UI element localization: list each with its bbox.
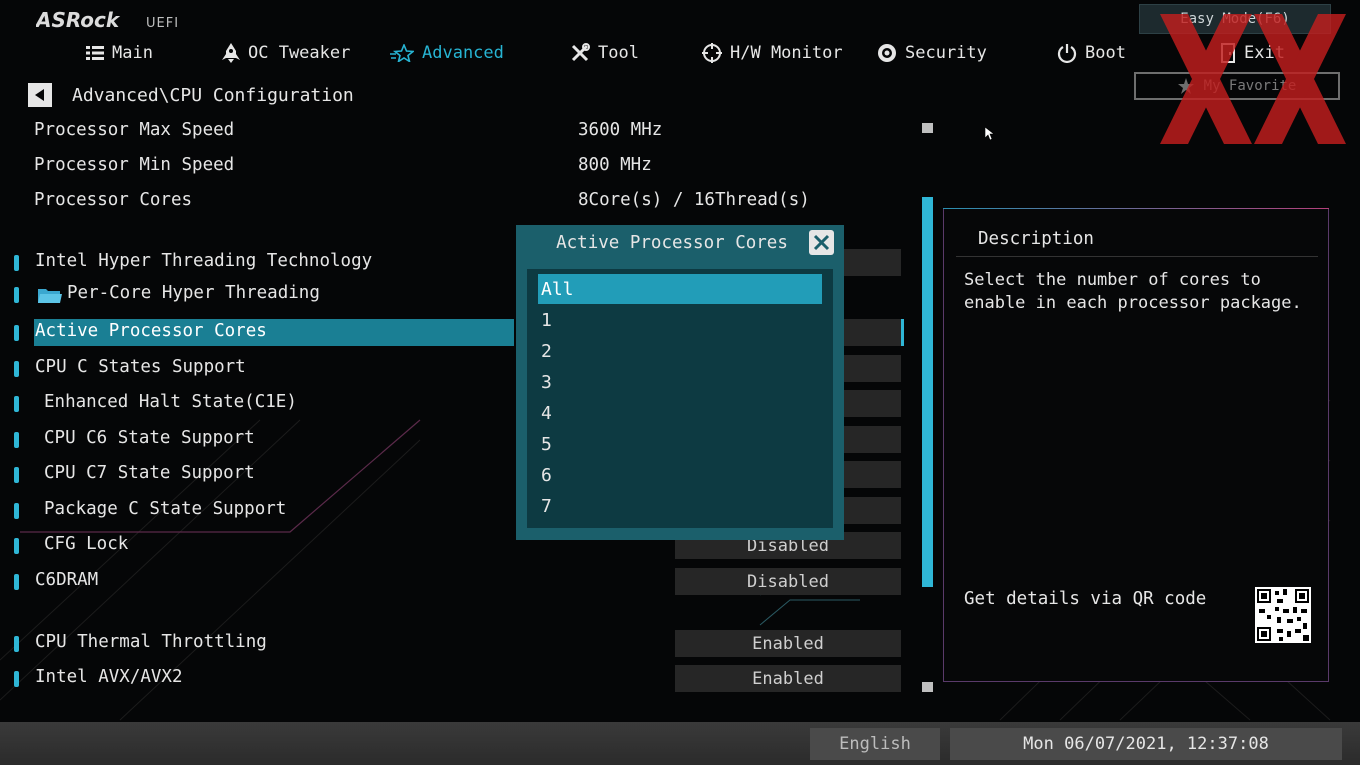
tab-main[interactable]: Main bbox=[86, 40, 153, 66]
popup-close-button[interactable] bbox=[809, 230, 834, 255]
qr-caption: Get details via QR code bbox=[964, 589, 1207, 609]
setting-label: CPU Thermal Throttling bbox=[35, 632, 267, 652]
option-1[interactable]: 1 bbox=[538, 305, 822, 335]
tools-icon bbox=[571, 43, 590, 62]
setting-label: Package C State Support bbox=[44, 499, 287, 519]
setting-value[interactable]: Disabled bbox=[675, 568, 901, 595]
info-value-min-speed: 800 MHz bbox=[578, 155, 652, 175]
info-value-cores: 8Core(s) / 16Thread(s) bbox=[578, 190, 810, 210]
setting-marker bbox=[14, 503, 19, 519]
my-favorite-label: My Favorite bbox=[1203, 78, 1297, 94]
exit-icon bbox=[1221, 43, 1235, 63]
setting-marker bbox=[14, 574, 19, 590]
mouse-cursor-icon bbox=[985, 127, 995, 141]
setting-label: Per-Core Hyper Threading bbox=[67, 283, 320, 303]
shield-icon bbox=[878, 44, 896, 62]
setting-intel-avx[interactable]: Intel AVX/AVX2 Enabled bbox=[0, 664, 905, 694]
setting-marker bbox=[14, 538, 19, 554]
breadcrumb: Advanced\CPU Configuration bbox=[28, 82, 354, 108]
option-all[interactable]: All bbox=[538, 274, 822, 304]
option-4[interactable]: 4 bbox=[538, 398, 822, 428]
setting-value[interactable]: Enabled bbox=[675, 630, 901, 657]
setting-label: Enhanced Halt State(C1E) bbox=[44, 392, 297, 412]
popup-title: Active Processor Cores bbox=[556, 233, 788, 253]
crosshair-icon bbox=[702, 43, 722, 63]
setting-marker bbox=[14, 636, 19, 652]
active-processor-cores-popup: Active Processor Cores All 1 2 3 4 5 6 7 bbox=[516, 225, 844, 540]
my-favorite-button[interactable]: My Favorite bbox=[1134, 72, 1340, 100]
main-nav: Main OC Tweaker Advanced Tool H/W Monito… bbox=[0, 40, 1360, 68]
popup-option-list: All 1 2 3 4 5 6 7 bbox=[527, 269, 833, 528]
qr-code-icon bbox=[1255, 587, 1311, 643]
info-label-max-speed: Processor Max Speed bbox=[34, 120, 235, 140]
arrow-left-icon bbox=[35, 89, 44, 101]
scrollbar-thumb[interactable] bbox=[922, 197, 933, 587]
svg-text:UEFI: UEFI bbox=[146, 16, 179, 31]
setting-marker bbox=[14, 325, 19, 341]
option-5[interactable]: 5 bbox=[538, 429, 822, 459]
setting-label: Active Processor Cores bbox=[35, 321, 267, 341]
setting-label: CFG Lock bbox=[44, 534, 129, 554]
setting-label: CPU C States Support bbox=[35, 357, 246, 377]
option-6[interactable]: 6 bbox=[538, 460, 822, 490]
tab-exit[interactable]: Exit bbox=[1220, 40, 1285, 66]
breadcrumb-path: Advanced\CPU Configuration bbox=[72, 84, 354, 106]
setting-marker bbox=[14, 467, 19, 483]
star-icon bbox=[390, 44, 414, 62]
power-icon bbox=[1057, 44, 1077, 63]
setting-marker bbox=[14, 361, 19, 377]
tab-hw-monitor[interactable]: H/W Monitor bbox=[702, 40, 843, 66]
tab-advanced-label: Advanced bbox=[422, 43, 504, 63]
tab-tool-label: Tool bbox=[598, 43, 639, 63]
tab-security[interactable]: Security bbox=[877, 40, 987, 66]
easy-mode-button[interactable]: Easy Mode(F6) bbox=[1139, 4, 1331, 34]
rocket-icon bbox=[222, 43, 240, 63]
option-7[interactable]: 7 bbox=[538, 491, 822, 521]
divider bbox=[956, 256, 1318, 257]
datetime-display[interactable]: Mon 06/07/2021, 12:37:08 bbox=[950, 728, 1342, 760]
setting-label: CPU C6 State Support bbox=[44, 428, 255, 448]
setting-value[interactable]: Enabled bbox=[675, 665, 901, 692]
tab-oc-tweaker[interactable]: OC Tweaker bbox=[222, 40, 350, 66]
tab-boot[interactable]: Boot bbox=[1057, 40, 1126, 66]
setting-label: Intel Hyper Threading Technology bbox=[35, 251, 373, 271]
description-title: Description bbox=[978, 229, 1094, 249]
setting-label: CPU C7 State Support bbox=[44, 463, 255, 483]
language-button[interactable]: English bbox=[810, 728, 940, 760]
tab-tool[interactable]: Tool bbox=[570, 40, 639, 66]
setting-marker bbox=[14, 396, 19, 412]
tab-boot-label: Boot bbox=[1085, 43, 1126, 63]
setting-marker bbox=[14, 287, 19, 303]
back-button[interactable] bbox=[28, 83, 52, 107]
star-icon bbox=[1177, 78, 1194, 94]
info-value-max-speed: 3600 MHz bbox=[578, 120, 663, 140]
description-text: Select the number of cores to enable in … bbox=[964, 270, 1302, 313]
tab-exit-label: Exit bbox=[1244, 43, 1285, 63]
setting-label: Intel AVX/AVX2 bbox=[35, 667, 183, 687]
setting-marker bbox=[14, 255, 19, 271]
scroll-down-button[interactable] bbox=[922, 682, 933, 692]
setting-marker bbox=[14, 432, 19, 448]
close-icon bbox=[813, 234, 830, 251]
list-icon bbox=[86, 46, 104, 60]
tab-hw-monitor-label: H/W Monitor bbox=[730, 43, 843, 63]
setting-label: C6DRAM bbox=[35, 570, 99, 590]
folder-icon bbox=[38, 289, 62, 303]
easy-mode-label: Easy Mode(F6) bbox=[1180, 11, 1290, 27]
tab-security-label: Security bbox=[905, 43, 987, 63]
setting-marker bbox=[14, 671, 19, 687]
svg-text:ASRock: ASRock bbox=[36, 8, 121, 32]
info-label-cores: Processor Cores bbox=[34, 190, 193, 210]
description-panel: Description Select the number of cores t… bbox=[943, 208, 1329, 682]
tab-advanced[interactable]: Advanced bbox=[390, 40, 504, 66]
option-2[interactable]: 2 bbox=[538, 336, 822, 366]
setting-c6dram[interactable]: C6DRAM Disabled bbox=[0, 567, 905, 597]
info-label-min-speed: Processor Min Speed bbox=[34, 155, 235, 175]
scroll-up-button[interactable] bbox=[922, 123, 933, 133]
setting-cpu-thermal-throttling[interactable]: CPU Thermal Throttling Enabled bbox=[0, 629, 905, 659]
tab-main-label: Main bbox=[112, 43, 153, 63]
tab-oc-tweaker-label: OC Tweaker bbox=[248, 43, 351, 63]
asrock-logo: ASRock UEFI bbox=[36, 8, 179, 32]
option-3[interactable]: 3 bbox=[538, 367, 822, 397]
